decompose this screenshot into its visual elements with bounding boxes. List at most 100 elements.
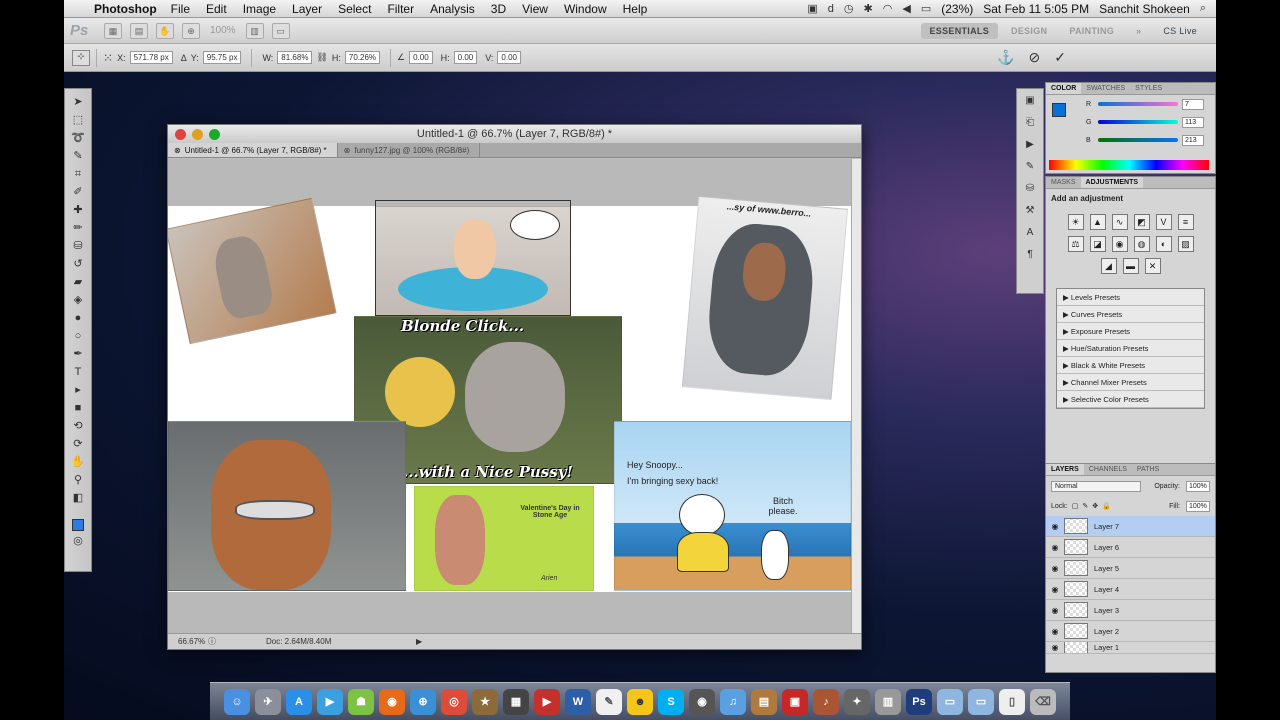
photos-icon[interactable]: ▤	[751, 688, 777, 715]
minimize-window-button[interactable]	[192, 129, 203, 140]
foreground-color-swatch[interactable]	[72, 519, 84, 531]
foreground-swatch[interactable]	[1052, 103, 1066, 117]
preset-hue-saturation[interactable]: ▶ Hue/Saturation Presets	[1057, 340, 1204, 357]
move-tool-icon[interactable]: ➤	[69, 95, 87, 110]
zoom-tool-button[interactable]: ⊕	[182, 22, 200, 39]
cs-live-button[interactable]: CS Live	[1154, 23, 1206, 39]
menu-help[interactable]: Help	[623, 2, 648, 16]
layer-row-5[interactable]: ◉ Layer 5	[1046, 558, 1215, 579]
safari-icon[interactable]: ⊕	[410, 688, 436, 715]
star-app-icon[interactable]: ✦	[844, 688, 870, 715]
document-titlebar[interactable]: Untitled-1 @ 66.7% (Layer 7, RGB/8#) *	[168, 125, 861, 143]
height-field[interactable]: 70.26%	[344, 51, 381, 64]
bluetooth-icon[interactable]: ✱	[864, 2, 873, 15]
facetime-icon[interactable]: ▶	[317, 688, 343, 715]
tab-masks[interactable]: MASKS	[1046, 177, 1081, 188]
tab-layers[interactable]: LAYERS	[1046, 464, 1084, 475]
menu-edit[interactable]: Edit	[206, 2, 227, 16]
trash-icon[interactable]: ⌫	[1030, 688, 1056, 715]
transform-bounding-box[interactable]	[375, 200, 571, 316]
blend-mode-select[interactable]: Normal	[1051, 480, 1141, 492]
character-panel-icon[interactable]: A	[1021, 227, 1039, 243]
history-brush-icon[interactable]: ↺	[69, 257, 87, 272]
fill-field[interactable]: 100%	[1186, 500, 1210, 512]
brightness-contrast-icon[interactable]: ☀	[1067, 214, 1084, 230]
folder-icon[interactable]: ▭	[968, 688, 994, 715]
menu-view[interactable]: View	[522, 2, 548, 16]
firefox-icon[interactable]: ◉	[379, 688, 405, 715]
tab-channels[interactable]: CHANNELS	[1084, 464, 1132, 475]
lock-image-icon[interactable]: ✎	[1082, 502, 1088, 510]
levels-icon[interactable]: ▲	[1089, 214, 1106, 230]
actions-panel-icon[interactable]: ▶	[1021, 139, 1039, 155]
menubar-user[interactable]: Sanchit Shokeen	[1099, 2, 1190, 16]
pen-tool-icon[interactable]: ✒	[69, 347, 87, 362]
selective-color-icon[interactable]: ✕	[1144, 258, 1161, 274]
black-white-icon[interactable]: ◪	[1089, 236, 1106, 252]
menu-select[interactable]: Select	[338, 2, 371, 16]
status-menu-icon[interactable]: ⓘ	[208, 636, 216, 647]
clone-source-icon[interactable]: ⛁	[1021, 183, 1039, 199]
minibridge-panel-icon[interactable]: ▣	[1021, 95, 1039, 111]
battery-icon[interactable]: ▭	[921, 2, 931, 15]
visibility-eye-icon[interactable]: ◉	[1046, 564, 1064, 573]
tab-swatches[interactable]: SWATCHES	[1081, 83, 1130, 94]
cancel-transform-icon[interactable]: ⊘	[1029, 49, 1041, 66]
layer-row-1[interactable]: ◉ Layer 1	[1046, 642, 1215, 654]
transform-tool-icon[interactable]: ⊹	[72, 49, 90, 66]
chrome-icon[interactable]: ◎	[441, 688, 467, 715]
guitar-icon[interactable]: ♪	[813, 688, 839, 715]
layer-row-6[interactable]: ◉ Layer 6	[1046, 537, 1215, 558]
hand-tool-icon[interactable]: ✋	[69, 455, 87, 470]
notes-icon[interactable]: ✎	[596, 688, 622, 715]
utility-icon[interactable]: ▥	[875, 688, 901, 715]
preset-exposure[interactable]: ▶ Exposure Presets	[1057, 323, 1204, 340]
brush-panel-icon[interactable]: ✎	[1021, 161, 1039, 177]
g-value[interactable]: 113	[1182, 116, 1204, 128]
menu-file[interactable]: File	[171, 2, 190, 16]
document-icon[interactable]: ▯	[999, 688, 1025, 715]
width-field[interactable]: 81.68%	[277, 51, 313, 64]
preset-levels[interactable]: ▶ Levels Presets	[1057, 289, 1204, 306]
color-balance-icon[interactable]: ⚖	[1067, 236, 1084, 252]
3d-orbit-icon[interactable]: ⟳	[69, 437, 87, 452]
menu-analysis[interactable]: Analysis	[430, 2, 475, 16]
invert-icon[interactable]: ◐	[1155, 236, 1172, 252]
commit-transform-icon[interactable]: ✓	[1054, 49, 1066, 66]
zoom-window-button[interactable]	[209, 129, 220, 140]
visibility-eye-icon[interactable]: ◉	[1046, 522, 1064, 531]
preset-channel-mixer[interactable]: ▶ Channel Mixer Presets	[1057, 374, 1204, 391]
lock-transparent-icon[interactable]: ▢	[1072, 502, 1079, 510]
green-slider[interactable]	[1098, 120, 1178, 124]
photo-stone-age-cartoon[interactable]: Valentine's Day in Stone Age Arien	[414, 486, 594, 591]
blur-tool-icon[interactable]: ●	[69, 311, 87, 326]
photo-filter-icon[interactable]: ◉	[1111, 236, 1128, 252]
gradient-map-icon[interactable]: ▬	[1122, 258, 1139, 274]
angle-field[interactable]: 0.00	[409, 51, 433, 64]
clone-stamp-icon[interactable]: ⛁	[69, 239, 87, 254]
lasso-tool-icon[interactable]: ➰	[69, 131, 87, 146]
quick-mask-icon[interactable]: ◎	[69, 534, 87, 549]
r-value[interactable]: 7	[1182, 98, 1204, 110]
workspace-design[interactable]: DESIGN	[1002, 23, 1056, 39]
posterize-icon[interactable]: ▨	[1177, 236, 1194, 252]
photo-snoopy-comic[interactable]: Hey Snoopy... I'm bringing sexy back! Bi…	[614, 421, 851, 591]
shape-tool-icon[interactable]: ■	[69, 401, 87, 416]
marquee-tool-icon[interactable]: ⬚	[69, 113, 87, 128]
itunes-icon[interactable]: ♫	[720, 688, 746, 715]
screen-mode-button[interactable]: ▭	[271, 22, 290, 39]
x-field[interactable]: 571.78 px	[129, 51, 173, 64]
opacity-field[interactable]: 100%	[1186, 480, 1210, 492]
app-store-icon[interactable]: A	[286, 688, 312, 715]
menu-window[interactable]: Window	[564, 2, 607, 16]
imovie-icon[interactable]: ★	[472, 688, 498, 715]
spotlight-icon[interactable]: ⌕	[1200, 2, 1206, 15]
crop-tool-icon[interactable]: ⌗	[69, 167, 87, 182]
photo-dog-face[interactable]: ...sy of www.berro...	[681, 195, 849, 401]
preset-black-white[interactable]: ▶ Black & White Presets	[1057, 357, 1204, 374]
arrange-documents-button[interactable]: ▥	[245, 22, 264, 39]
menubar-clock[interactable]: Sat Feb 11 5:05 PM	[983, 2, 1089, 16]
pdf-icon[interactable]: ▣	[782, 688, 808, 715]
close-window-button[interactable]	[175, 129, 186, 140]
skype-icon[interactable]: S	[658, 688, 684, 715]
